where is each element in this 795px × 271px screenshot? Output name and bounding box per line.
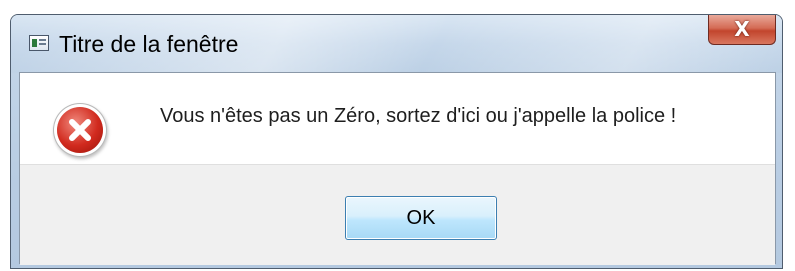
title-bar[interactable]: Titre de la fenêtre X <box>11 15 782 73</box>
button-area: OK <box>20 164 775 265</box>
error-message: Vous n'êtes pas un Zéro, sortez d'ici ou… <box>160 105 677 127</box>
application-window-icon[interactable] <box>29 35 49 51</box>
ok-button[interactable]: OK <box>345 196 497 240</box>
message-box-window: Titre de la fenêtre X Vous n'êtes pas un… <box>10 14 783 269</box>
dialog-content: Vous n'êtes pas un Zéro, sortez d'ici ou… <box>19 72 776 265</box>
close-button[interactable]: X <box>708 15 776 45</box>
error-icon <box>57 107 103 153</box>
window-title: Titre de la fenêtre <box>59 31 239 57</box>
